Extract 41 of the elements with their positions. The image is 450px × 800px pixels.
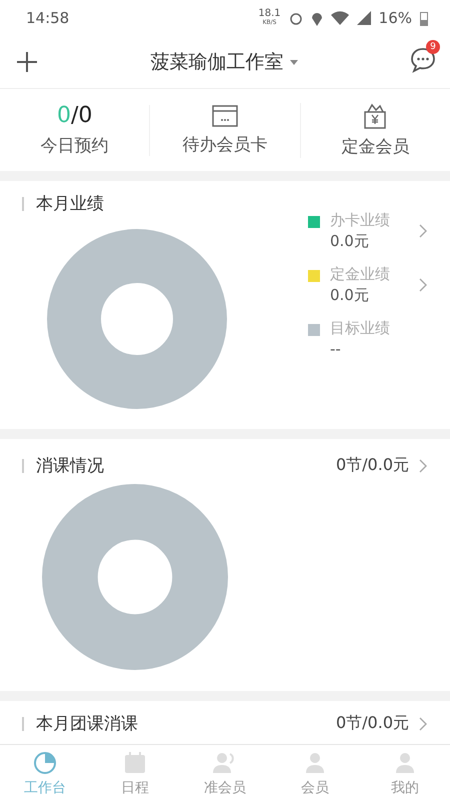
wifi-icon (330, 11, 349, 25)
summary-value: 0节/0.0元 (336, 713, 409, 734)
chevron-icon[interactable] (419, 224, 428, 238)
appointment-count: 0/0 (56, 103, 92, 128)
legend-label: 办卡业绩 (330, 211, 391, 230)
legend-label: 定金业绩 (330, 265, 391, 284)
chevron-icon[interactable] (419, 458, 428, 472)
person-icon (303, 751, 327, 775)
tab-item[interactable]: 工作台 (0, 745, 90, 800)
card-icon (212, 104, 238, 126)
tab-item[interactable]: 会员 (270, 745, 360, 800)
location-icon (310, 10, 323, 26)
alarm-icon (288, 11, 303, 25)
dropdown-icon[interactable] (290, 60, 298, 64)
studio-title[interactable]: 菠菜瑜伽工作室 (150, 49, 284, 75)
section-title: 本月业绩 (22, 197, 104, 211)
section-title: 消课情况 (22, 458, 104, 472)
stat-label[interactable]: 定金会员 (341, 134, 410, 158)
summary-value: 0节/0.0元 (336, 455, 409, 476)
notification-badge: 9 (426, 40, 440, 54)
tab-item[interactable]: 日程 (90, 745, 180, 800)
clock-time: 14:58 (26, 9, 70, 27)
calendar-icon (123, 751, 147, 775)
pie-icon (33, 751, 57, 775)
tab-item[interactable]: 准会员 (180, 745, 270, 800)
chevron-icon[interactable] (419, 278, 428, 292)
signal-icon (356, 11, 371, 25)
section-title: 本月团课消课 (22, 716, 138, 730)
stat-label[interactable]: 今日预约 (40, 134, 109, 157)
legend-value: 0.0元 (330, 232, 370, 251)
stat-label[interactable]: 待办会员卡 (182, 132, 268, 156)
legend-label: 目标业绩 (330, 319, 391, 338)
yen-bag-icon (362, 102, 388, 128)
legend-value: -- (330, 340, 342, 358)
chevron-icon[interactable] (419, 716, 428, 730)
battery-icon (420, 10, 428, 26)
battery-level: 16% (378, 9, 412, 27)
plus-icon[interactable] (16, 51, 38, 73)
legend-value: 0.0元 (330, 286, 370, 305)
person-icon (393, 751, 417, 775)
tab-item[interactable]: 我的 (360, 745, 450, 800)
